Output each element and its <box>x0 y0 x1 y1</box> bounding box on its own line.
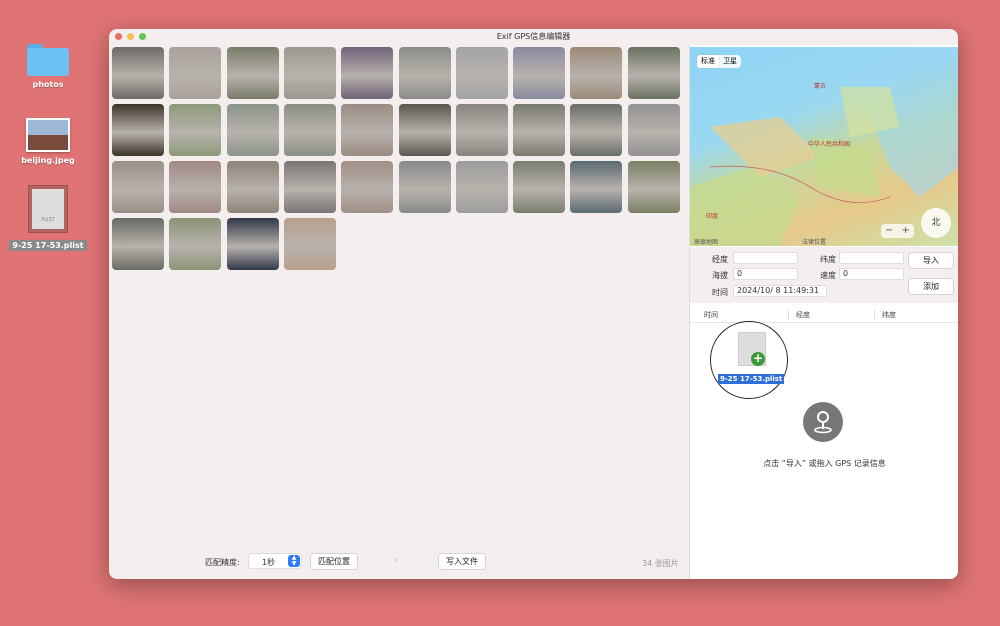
window-title: Exif GPS信息编辑器 <box>496 32 571 41</box>
drag-file-label: 9-25 17-53.plist <box>718 374 785 384</box>
plist-file-icon: PLIST <box>28 185 68 233</box>
map-label-china: 中华人民共和国 <box>808 141 851 148</box>
photo-thumbnail[interactable] <box>283 218 336 270</box>
drag-preview: + 9-25 17-53.plist <box>710 321 788 399</box>
column-header-latitude[interactable]: 纬度 <box>882 310 896 320</box>
photo-thumbnail[interactable] <box>283 161 336 213</box>
right-panel: 标准 卫星 蒙古 中华人民共和国 印度 − + 北 高德地图 法律位置 经度 纬… <box>689 45 958 579</box>
longitude-field[interactable] <box>733 252 798 264</box>
map-attribution: 高德地图 <box>694 239 719 246</box>
photo-thumbnail[interactable] <box>627 161 680 213</box>
image-thumbnail-icon <box>26 118 70 152</box>
photo-thumbnail[interactable] <box>398 104 451 156</box>
photo-thumbnail[interactable] <box>169 161 222 213</box>
map-label-india: 印度 <box>706 213 719 220</box>
photo-thumbnail[interactable] <box>169 218 222 270</box>
photo-thumbnail[interactable] <box>226 161 279 213</box>
photo-thumbnail[interactable] <box>513 47 566 99</box>
photo-thumbnail[interactable] <box>112 104 164 156</box>
map-zoom-control[interactable]: − + <box>881 224 914 238</box>
zoom-out-icon[interactable]: − <box>885 224 893 238</box>
empty-state-hint: 点击 “导入” 或拖入 GPS 记录信息 <box>763 459 886 468</box>
title-bar: Exif GPS信息编辑器 <box>109 29 958 45</box>
photo-thumbnail[interactable] <box>455 104 508 156</box>
desktop-file-plist[interactable]: PLIST 9-25 17-53.plist <box>3 185 93 252</box>
zoom-in-icon[interactable]: + <box>902 224 910 238</box>
photo-thumbnail[interactable] <box>570 47 623 99</box>
photo-thumbnail[interactable] <box>570 161 623 213</box>
precision-label: 匹配精度: <box>205 558 240 567</box>
map-tab-satellite[interactable]: 卫星 <box>719 55 741 68</box>
photo-thumbnail[interactable] <box>112 47 164 99</box>
map-tab-standard[interactable]: 标准 <box>697 55 719 68</box>
photo-thumbnail[interactable] <box>169 47 222 99</box>
write-file-button[interactable]: 写入文件 <box>438 553 486 570</box>
photo-thumbnail[interactable] <box>112 161 164 213</box>
gps-list-header: 时间 经度 纬度 <box>690 306 958 323</box>
bottom-toolbar: 匹配精度: 1秒 ▲ ▼ 匹配位置 › 写入文件 34 张图片 <box>109 550 689 572</box>
map-view[interactable]: 标准 卫星 蒙古 中华人民共和国 印度 − + 北 高德地图 法律位置 <box>690 47 958 246</box>
photo-thumbnail[interactable] <box>398 161 451 213</box>
altitude-label: 海拔 <box>712 271 728 280</box>
latitude-label: 纬度 <box>820 255 836 264</box>
photo-thumbnail[interactable] <box>341 47 394 99</box>
photo-thumbnail[interactable] <box>226 218 279 270</box>
location-pin-icon <box>803 402 843 442</box>
precision-value: 1秒 <box>262 558 276 567</box>
photo-thumbnail[interactable] <box>455 47 508 99</box>
photo-thumbnail[interactable] <box>341 161 394 213</box>
photo-thumbnail[interactable] <box>341 104 394 156</box>
photo-thumbnail[interactable] <box>112 218 164 270</box>
add-copy-icon: + <box>751 351 765 366</box>
photo-thumbnail[interactable] <box>398 47 451 99</box>
column-header-time[interactable]: 时间 <box>704 310 718 320</box>
app-window: Exif GPS信息编辑器 匹配精度: 1秒 ▲ ▼ 匹配位置 › 写入文件 34… <box>109 29 958 579</box>
photo-thumbnail[interactable] <box>627 104 680 156</box>
speed-field[interactable]: 0 <box>839 268 904 280</box>
photo-thumbnail[interactable] <box>455 161 508 213</box>
stepper-icon[interactable]: ▲ ▼ <box>288 555 300 567</box>
desktop-item-label: 9-25 17-53.plist <box>9 240 87 251</box>
time-label: 时间 <box>712 288 728 297</box>
photo-thumbnail[interactable] <box>570 104 623 156</box>
photo-thumbnail[interactable] <box>226 47 279 99</box>
photo-thumbnail[interactable] <box>283 47 336 99</box>
precision-select[interactable]: 1秒 ▲ ▼ <box>248 553 302 569</box>
plist-badge: PLIST <box>41 217 55 223</box>
longitude-label: 经度 <box>712 255 728 264</box>
speed-label: 速度 <box>820 271 836 280</box>
coordinate-form: 经度 纬度 海拔 0 速度 0 时间 2024/10/ 8 11:49:31 导… <box>690 247 958 303</box>
photo-count: 34 张图片 <box>642 559 679 568</box>
altitude-field[interactable]: 0 <box>733 268 798 280</box>
photo-thumbnail[interactable] <box>283 104 336 156</box>
compass-icon[interactable]: 北 <box>921 208 951 238</box>
photo-thumbnail[interactable] <box>513 161 566 213</box>
photo-thumbnail[interactable] <box>513 104 566 156</box>
map-legal-link[interactable]: 法律位置 <box>802 237 826 246</box>
map-type-segmented-control[interactable]: 标准 卫星 <box>697 55 741 68</box>
time-field[interactable]: 2024/10/ 8 11:49:31 <box>733 285 827 297</box>
photo-thumbnail[interactable] <box>627 47 680 99</box>
folder-icon <box>27 44 69 76</box>
desktop-item-label: photos <box>32 80 64 89</box>
add-button[interactable]: 添加 <box>908 278 954 295</box>
desktop-file-beijing[interactable]: beijing.jpeg <box>3 118 93 165</box>
desktop-folder-photos[interactable]: photos <box>3 44 93 89</box>
column-header-longitude[interactable]: 经度 <box>796 310 810 320</box>
photo-thumbnail[interactable] <box>169 104 222 156</box>
chevron-right-icon[interactable]: › <box>394 555 398 566</box>
map-label-mongolia: 蒙古 <box>814 83 827 90</box>
desktop-item-label: beijing.jpeg <box>21 156 75 165</box>
photo-thumbnail[interactable] <box>226 104 279 156</box>
match-location-button[interactable]: 匹配位置 <box>310 553 358 570</box>
import-button[interactable]: 导入 <box>908 252 954 269</box>
latitude-field[interactable] <box>839 252 904 264</box>
